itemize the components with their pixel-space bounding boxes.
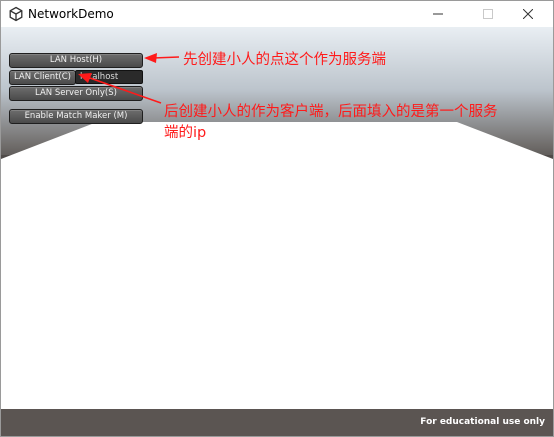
app-window: NetworkDemo LAN Host(H) LAN Client(C) lo…	[0, 0, 554, 437]
client-arrow	[78, 73, 162, 104]
host-annotation: 先创建小人的点这个作为服务端	[183, 52, 386, 68]
host-arrow	[144, 53, 180, 63]
client-annotation-line1: 后创建小人的作为客户端，后面填入的是第一个服务	[164, 104, 498, 120]
client-annotation-line2: 端的ip	[164, 125, 207, 141]
